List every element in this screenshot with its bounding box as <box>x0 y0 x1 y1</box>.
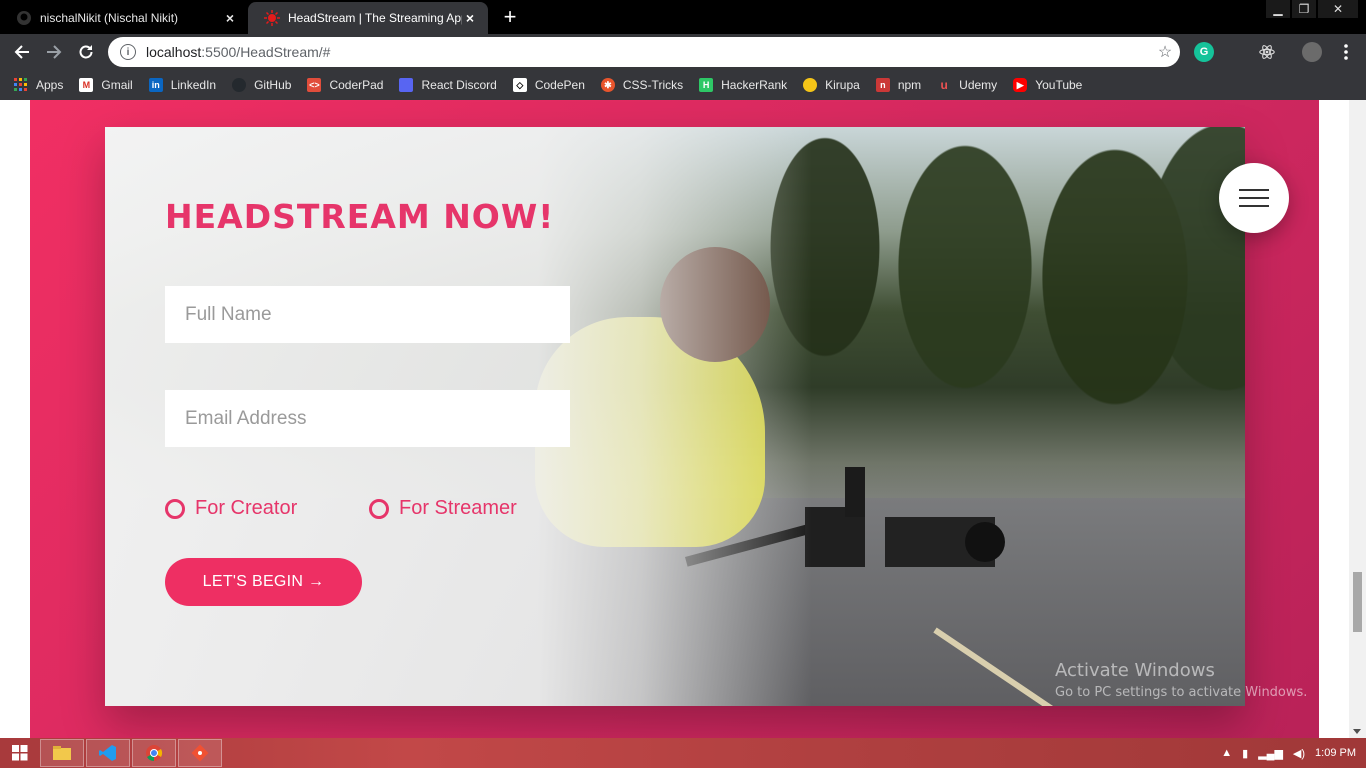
url-text: localhost:5500/HeadStream/# <box>146 44 331 60</box>
css-tricks-icon: ✱ <box>600 78 615 92</box>
page-scrollbar[interactable] <box>1349 100 1366 738</box>
new-tab-button[interactable]: + <box>498 6 522 30</box>
github-icon <box>16 10 32 26</box>
close-window-icon[interactable]: ✕ <box>1318 0 1358 18</box>
discord-icon <box>399 78 414 92</box>
signup-form: HEADSTREAM NOW! For Creator For Streamer… <box>165 127 685 706</box>
hamburger-line <box>1239 197 1269 199</box>
hackerrank-icon: H <box>699 78 714 92</box>
bookmark-codepen[interactable]: ◇ CodePen <box>512 78 585 92</box>
radio-for-creator[interactable]: For Creator <box>165 497 297 520</box>
bookmark-youtube[interactable]: ▶ YouTube <box>1013 78 1082 92</box>
browser-tab-strip: nischalNikit (Nischal Nikit) × HeadStrea… <box>0 0 1366 34</box>
email-input[interactable] <box>165 390 570 447</box>
tab-title: nischalNikit (Nischal Nikit) <box>40 11 179 25</box>
clock[interactable]: 1:09 PM <box>1315 747 1356 759</box>
volume-icon[interactable]: ◀) <box>1293 747 1305 760</box>
radio-label: For Streamer <box>399 497 517 519</box>
bookmark-css-tricks[interactable]: ✱ CSS-Tricks <box>600 78 683 92</box>
reload-icon[interactable] <box>74 40 98 64</box>
youtube-icon: ▶ <box>1013 78 1028 92</box>
show-hidden-icons-icon[interactable]: ▲ <box>1221 747 1232 759</box>
windows-start-icon[interactable] <box>0 738 40 768</box>
hamburger-menu-button[interactable] <box>1219 163 1289 233</box>
bookmark-apps[interactable]: Apps <box>14 78 63 92</box>
scrollbar-thumb[interactable] <box>1353 572 1362 632</box>
back-arrow-icon[interactable] <box>10 40 34 64</box>
tab-headstream[interactable]: HeadStream | The Streaming App × <box>248 2 488 34</box>
file-explorer-icon[interactable] <box>40 739 84 767</box>
headstream-icon <box>264 10 280 26</box>
react-devtools-icon[interactable] <box>1257 42 1277 62</box>
git-icon[interactable] <box>178 739 222 767</box>
tab-title: HeadStream | The Streaming App <box>288 11 462 25</box>
radio-for-streamer[interactable]: For Streamer <box>369 497 517 520</box>
radio-label: For Creator <box>195 497 298 519</box>
linkedin-icon: in <box>148 78 163 92</box>
minimize-icon[interactable]: ▁ <box>1266 0 1290 18</box>
udemy-icon: u <box>940 78 948 92</box>
close-tab-icon[interactable]: × <box>222 10 238 26</box>
site-info-icon[interactable]: i <box>120 44 136 60</box>
tab-github[interactable]: nischalNikit (Nischal Nikit) × <box>0 2 248 34</box>
signup-card: HEADSTREAM NOW! For Creator For Streamer… <box>105 127 1245 706</box>
apps-grid-icon <box>14 78 28 92</box>
radio-ring-icon[interactable] <box>165 498 185 519</box>
bookmark-gmail[interactable]: M Gmail <box>79 78 133 92</box>
radio-ring-icon[interactable] <box>369 498 389 519</box>
codepen-icon: ◇ <box>512 78 527 92</box>
bookmark-github[interactable]: GitHub <box>232 78 291 92</box>
bookmark-star-icon[interactable]: ☆ <box>1150 42 1180 62</box>
kirupa-icon <box>803 78 818 92</box>
grammarly-icon[interactable]: G <box>1194 42 1214 62</box>
bookmark-udemy[interactable]: u Udemy <box>937 78 998 92</box>
system-tray: ▲ ▮ ▂▄▆ ◀) 1:09 PM <box>1211 738 1356 768</box>
window-controls: ▁ ❐ ✕ <box>1264 0 1358 18</box>
browser-toolbar: i localhost:5500/HeadStream/# ☆ G <box>0 34 1366 70</box>
close-tab-icon[interactable]: × <box>462 10 478 26</box>
hamburger-line <box>1239 189 1269 191</box>
hamburger-line <box>1239 205 1269 207</box>
bookmark-coderpad[interactable]: <> CoderPad <box>307 78 383 92</box>
windows-taskbar: ▲ ▮ ▂▄▆ ◀) 1:09 PM <box>0 738 1366 768</box>
vscode-icon[interactable] <box>86 739 130 767</box>
bookmark-npm[interactable]: n npm <box>875 78 921 92</box>
battery-icon[interactable]: ▮ <box>1242 747 1248 760</box>
restore-icon[interactable]: ❐ <box>1292 0 1316 18</box>
more-menu-icon[interactable] <box>1336 42 1356 62</box>
forward-arrow-icon[interactable] <box>42 40 66 64</box>
scroll-down-icon[interactable] <box>1353 729 1361 734</box>
gmail-icon: M <box>79 78 94 92</box>
page-viewport: HEADSTREAM NOW! For Creator For Streamer… <box>0 100 1366 738</box>
chrome-icon[interactable] <box>132 739 176 767</box>
address-bar[interactable]: i localhost:5500/HeadStream/# ☆ <box>108 37 1180 67</box>
activate-windows-watermark: Activate Windows Go to PC settings to ac… <box>1055 660 1308 700</box>
wifi-signal-icon[interactable]: ▂▄▆ <box>1258 747 1283 760</box>
bookmark-kirupa[interactable]: Kirupa <box>803 78 860 92</box>
page-title: HEADSTREAM NOW! <box>165 197 555 236</box>
bookmark-hackerrank[interactable]: H HackerRank <box>699 78 787 92</box>
lets-begin-button[interactable]: LET'S BEGIN → <box>165 558 362 606</box>
npm-icon: n <box>875 78 890 92</box>
profile-avatar[interactable] <box>1302 42 1322 62</box>
bookmark-react-discord[interactable]: React Discord <box>399 78 497 92</box>
full-name-input[interactable] <box>165 286 570 343</box>
bookmark-linkedin[interactable]: in LinkedIn <box>148 78 216 92</box>
bookmarks-bar: Apps M Gmail in LinkedIn GitHub <> Coder… <box>0 70 1366 100</box>
coderpad-icon: <> <box>307 78 322 92</box>
github-icon <box>232 78 247 92</box>
